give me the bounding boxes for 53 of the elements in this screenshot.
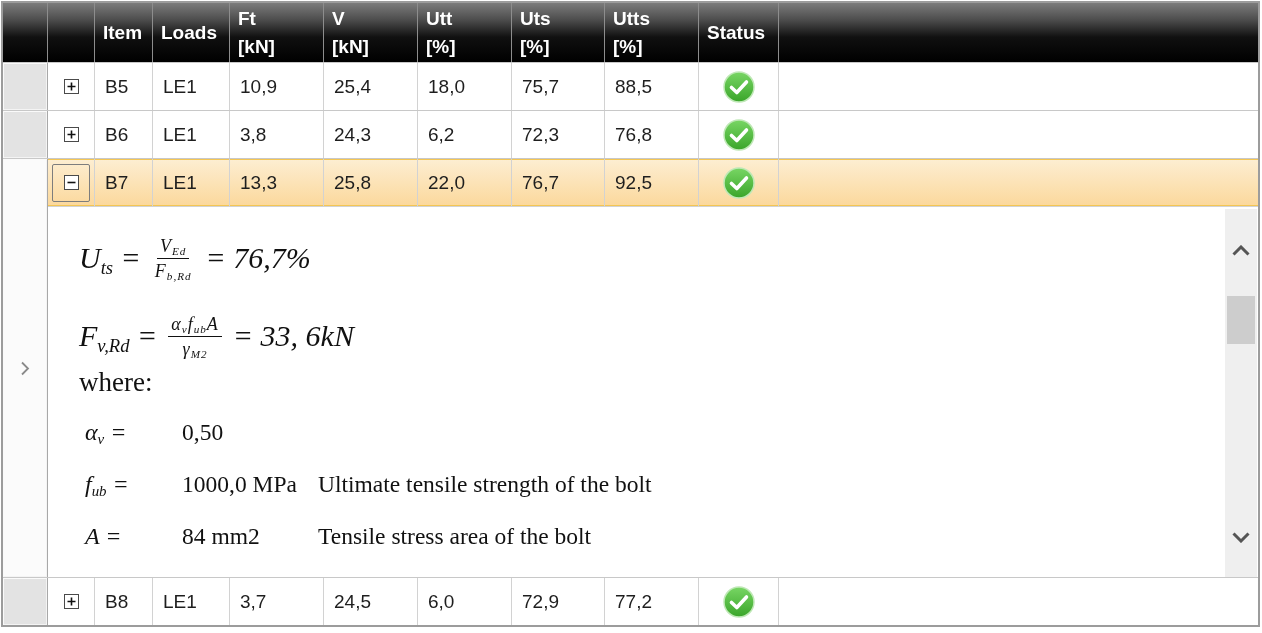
row-header-cell[interactable]: [3, 578, 48, 625]
table-cell: 72,9: [512, 578, 605, 625]
chevron-up-icon[interactable]: [1232, 245, 1250, 256]
row-header-cell[interactable]: [3, 111, 48, 158]
table-cell: 88,5: [605, 63, 699, 110]
table-cell: 25,4: [324, 63, 418, 110]
table-cell: B5: [95, 63, 153, 110]
table-cell: 75,7: [512, 63, 605, 110]
table-cell: 76,8: [605, 111, 699, 158]
where-label: where:: [79, 367, 153, 398]
table-cell: 72,3: [512, 111, 605, 158]
chevron-down-icon[interactable]: [1232, 532, 1250, 543]
column-header[interactable]: Uts [%]: [520, 4, 551, 61]
parameter-symbol: A =: [85, 522, 122, 550]
scrollbar-track[interactable]: [1225, 209, 1257, 577]
parameter-description: Tensile stress area of the bolt: [318, 522, 592, 550]
plus-box-icon[interactable]: [63, 79, 79, 94]
column-header[interactable]: V [kN]: [332, 4, 369, 61]
table-cell: 77,2: [605, 578, 699, 625]
table-cell: 6,2: [418, 111, 512, 158]
chevron-right-icon: [20, 360, 30, 376]
minus-box-icon[interactable]: [63, 175, 79, 190]
table-cell: 3,8: [230, 111, 324, 158]
plus-box-icon[interactable]: [63, 594, 79, 609]
parameter-symbol: α$_{v}$ =: [85, 418, 127, 446]
parameter-symbol: f$_{ub}$ =: [85, 470, 129, 498]
column-header[interactable]: Ft [kN]: [238, 4, 275, 61]
parameter-value: 1000,0 MPa: [182, 470, 297, 498]
table-cell: B8: [95, 578, 153, 625]
table-cell: 6,0: [418, 578, 512, 625]
column-header[interactable]: Loads: [161, 18, 217, 47]
row-header-cell[interactable]: [3, 63, 48, 110]
parameter-description: Ultimate tensile strength of the bolt: [318, 470, 652, 498]
table-cell: 3,7: [230, 578, 324, 625]
table-cell: 10,9: [230, 63, 324, 110]
column-header[interactable]: Status: [707, 18, 766, 47]
column-header[interactable]: Utt [%]: [426, 4, 456, 61]
formula: F$_{v,Rd}$ = α$_{v}$f$_{ub}$A γ$_{M2}$ = 33, 6kN: [79, 312, 354, 362]
scrollbar-thumb[interactable]: [1227, 296, 1255, 344]
parameter-value: 0,50: [182, 418, 224, 446]
plus-box-icon[interactable]: [63, 127, 79, 142]
table-cell: B6: [95, 111, 153, 158]
row-header-cell[interactable]: [3, 159, 48, 577]
table-cell: 24,3: [324, 111, 418, 158]
table-cell: 24,5: [324, 578, 418, 625]
table-cell: LE1: [153, 111, 230, 158]
column-header[interactable]: Utts [%]: [613, 4, 650, 61]
table-row[interactable]: B7 LE1 13,3 25,8 22,0 76,7 92,5: [48, 159, 1258, 206]
parameter-value: 84 mm2: [182, 522, 260, 550]
table-cell: 18,0: [418, 63, 512, 110]
column-header[interactable]: Item: [103, 18, 143, 47]
table-cell: LE1: [153, 578, 230, 625]
table-cell: LE1: [153, 63, 230, 110]
